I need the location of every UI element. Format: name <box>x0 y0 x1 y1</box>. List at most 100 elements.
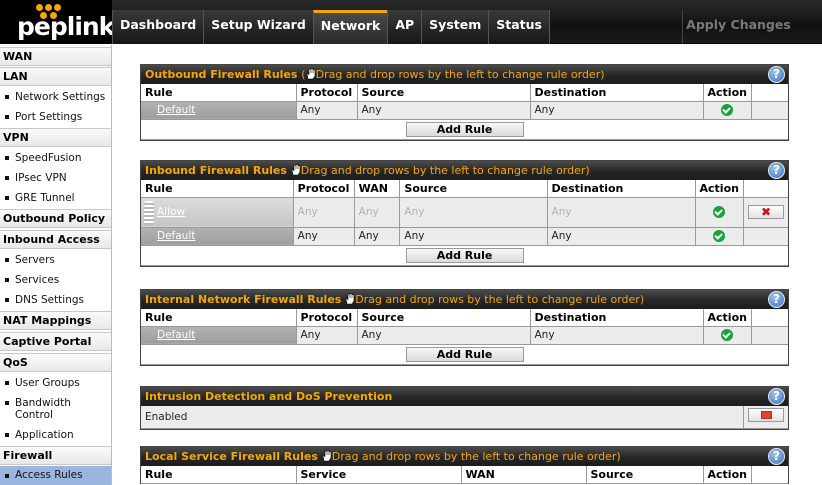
sidebar-item-lan[interactable]: LAN <box>0 67 111 86</box>
sidebar-item-services[interactable]: Services <box>0 274 111 286</box>
hand-drag-icon <box>322 449 332 461</box>
sidebar-item-label: GRE Tunnel <box>15 192 75 204</box>
protocol-cell: Any <box>296 326 358 345</box>
drag-handle-icon[interactable] <box>144 200 154 225</box>
panel-header: Local Service Firewall Rules Drag and dr… <box>141 447 788 466</box>
sidebar-item-firewall[interactable]: Firewall <box>0 446 111 465</box>
peplink-logo[interactable]: peplink <box>0 0 115 44</box>
panel-header: Inbound Firewall Rules Drag and drop row… <box>141 161 788 180</box>
tab-dashboard[interactable]: Dashboard <box>112 10 204 44</box>
panel-title: Inbound Firewall Rules <box>145 164 287 177</box>
col-header: Action <box>703 309 752 327</box>
sidebar-item-port-settings[interactable]: Port Settings <box>0 111 111 123</box>
destination-cell: Any <box>530 101 704 120</box>
sidebar-item-access-rules[interactable]: Access Rules <box>0 466 111 485</box>
col-header: Rule <box>141 309 297 327</box>
col-header: Rule <box>141 180 294 198</box>
bullet-icon <box>5 196 9 200</box>
rule-link-default[interactable]: Default <box>141 227 294 246</box>
bullet-icon <box>5 156 9 160</box>
allow-check-icon <box>713 206 726 218</box>
bullet-icon <box>5 381 9 385</box>
hand-drag-icon <box>291 163 301 175</box>
ids-table: Enabled <box>141 406 788 429</box>
help-icon[interactable]: ? <box>768 448 785 465</box>
help-icon[interactable]: ? <box>768 162 785 179</box>
tab-system[interactable]: System <box>421 10 489 44</box>
rule-link-default[interactable]: Default <box>141 101 297 120</box>
help-icon[interactable]: ? <box>768 66 785 83</box>
tab-setup-wizard[interactable]: Setup Wizard <box>203 10 313 44</box>
help-icon[interactable]: ? <box>768 291 785 308</box>
source-cell: Any <box>357 101 531 120</box>
sidebar-item-gre-tunnel[interactable]: GRE Tunnel <box>0 192 111 204</box>
edit-icon <box>761 411 772 420</box>
table-row: Allow Any Any Any Any ✖ <box>141 197 788 228</box>
sidebar-item-speedfusion[interactable]: SpeedFusion <box>0 152 111 164</box>
internal-firewall-panel: Internal Network Firewall Rules Drag and… <box>140 289 789 366</box>
sidebar-item-nat-mappings[interactable]: NAT Mappings <box>0 311 111 330</box>
tab-network[interactable]: Network <box>312 10 388 44</box>
col-header: Protocol <box>296 84 358 102</box>
tab-status[interactable]: Status <box>488 10 550 44</box>
panel-header: Internal Network Firewall Rules Drag and… <box>141 290 788 309</box>
allow-check-icon <box>713 230 726 242</box>
col-header: Destination <box>530 309 704 327</box>
help-icon[interactable]: ? <box>768 388 785 405</box>
col-header: Source <box>586 466 704 484</box>
wan-cell: Any <box>354 197 401 228</box>
sidebar-item-captive-portal[interactable]: Captive Portal <box>0 332 111 351</box>
sidebar-item-ipsec-vpn[interactable]: IPsec VPN <box>0 172 111 184</box>
col-header: Service <box>296 466 462 484</box>
local-service-rules-table: Rule Service WAN Source Action <box>141 466 788 484</box>
panel-title: Outbound Firewall Rules <box>145 68 298 81</box>
allow-check-icon <box>721 104 734 116</box>
allow-check-icon <box>721 329 734 341</box>
add-rule-button[interactable]: Add Rule <box>405 346 524 362</box>
panel-title: Intrusion Detection and DoS Prevention <box>145 390 393 403</box>
panel-header: Outbound Firewall Rules (Drag and drop r… <box>141 65 788 84</box>
outbound-firewall-panel: Outbound Firewall Rules (Drag and drop r… <box>140 64 789 141</box>
sidebar-item-dns-settings[interactable]: DNS Settings <box>0 294 111 306</box>
panel-header: Intrusion Detection and DoS Prevention ? <box>141 387 788 406</box>
protocol-cell: Any <box>293 197 355 228</box>
brand-name: peplink <box>17 12 115 41</box>
sidebar-item-inbound-access[interactable]: Inbound Access <box>0 230 111 249</box>
sidebar-item-label: Bandwidth <box>15 397 71 409</box>
drag-note: Drag and drop rows by the left to change… <box>331 450 621 463</box>
delete-rule-button[interactable]: ✖ <box>748 205 784 219</box>
col-header: Rule <box>141 466 297 484</box>
wan-cell: Any <box>354 227 401 246</box>
sidebar-item-bandwidth-control[interactable]: Bandwidth Control <box>0 397 111 421</box>
sidebar-item-user-groups[interactable]: User Groups <box>0 377 111 389</box>
add-rule-button[interactable]: Add Rule <box>405 121 524 137</box>
rule-link-default[interactable]: Default <box>141 326 297 345</box>
internal-rules-table: Rule Protocol Source Destination Action … <box>141 309 788 365</box>
sidebar-item-label-line2: Control <box>15 409 53 421</box>
sidebar-item-wan[interactable]: WAN <box>0 47 111 66</box>
col-header: WAN <box>461 466 587 484</box>
sidebar-item-qos[interactable]: QoS <box>0 353 111 372</box>
tab-ap[interactable]: AP <box>387 10 422 44</box>
sidebar-item-servers[interactable]: Servers <box>0 254 111 266</box>
sidebar-item-application[interactable]: Application <box>0 429 111 441</box>
hand-drag-icon <box>345 292 355 304</box>
add-rule-button[interactable]: Add Rule <box>405 247 524 263</box>
sidebar-item-vpn[interactable]: VPN <box>0 128 111 147</box>
sidebar-item-outbound-policy[interactable]: Outbound Policy <box>0 209 111 228</box>
bullet-icon <box>5 278 9 282</box>
panel-title: Internal Network Firewall Rules <box>145 293 342 306</box>
apply-changes-button[interactable]: Apply Changes <box>682 10 794 44</box>
rule-link-allow[interactable]: Allow <box>141 197 294 228</box>
sidebar-item-network-settings[interactable]: Network Settings <box>0 91 111 103</box>
bullet-icon <box>5 95 9 99</box>
drag-note: Drag and drop rows by the left to change… <box>355 293 645 306</box>
drag-note: Drag and drop rows by the left to change… <box>300 164 590 177</box>
panel-title: Local Service Firewall Rules <box>145 450 318 463</box>
sidebar-item-label: Port Settings <box>15 111 83 123</box>
bullet-icon <box>5 298 9 302</box>
source-cell: Any <box>399 197 548 228</box>
edit-ids-button[interactable] <box>748 408 784 423</box>
hand-drag-icon <box>306 67 315 79</box>
col-header: Action <box>703 466 752 484</box>
